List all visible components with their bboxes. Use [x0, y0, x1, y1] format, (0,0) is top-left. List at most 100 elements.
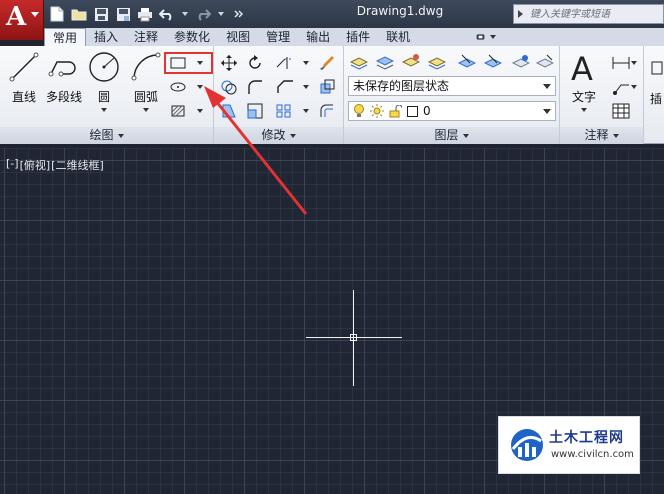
offset-icon — [320, 104, 333, 117]
title-bar: Drawing1.dwg — [0, 0, 664, 28]
annotation-panel: A 文字 注释 — [560, 46, 644, 144]
polyline-icon — [48, 61, 76, 77]
text-button[interactable]: A 文字 — [566, 50, 602, 120]
search-expand-icon[interactable] — [518, 10, 523, 18]
hatch-dropdown-icon[interactable] — [197, 109, 203, 113]
array-button[interactable] — [272, 100, 312, 122]
layer-state-button[interactable] — [374, 51, 396, 73]
rectangle-highlight-box — [164, 52, 213, 74]
print-icon[interactable] — [136, 5, 154, 23]
move-button[interactable] — [218, 52, 240, 74]
view-cube-control[interactable]: [俯视] — [20, 157, 51, 173]
draw-panel-title[interactable]: 绘图 — [0, 127, 213, 144]
offset-button[interactable] — [316, 100, 338, 122]
next-panel-partial: 插 — [644, 46, 664, 144]
line-icon — [9, 52, 39, 82]
modify-panel-expand-icon — [289, 133, 296, 138]
tab-output[interactable]: 输出 — [298, 28, 338, 46]
fillet-button[interactable] — [244, 76, 266, 98]
layer-freeze-icon — [512, 55, 530, 68]
crosshair-pickbox — [350, 334, 357, 341]
ribbon-minimize-button[interactable] — [476, 30, 498, 43]
layers-panel-title[interactable]: 图层 — [344, 127, 559, 144]
trim-button[interactable] — [272, 52, 312, 74]
save-as-icon[interactable] — [114, 5, 132, 23]
fillet-dropdown-button[interactable] — [272, 76, 312, 98]
viewport-menu-control[interactable]: [-] — [6, 157, 19, 173]
polyline-button[interactable]: 多段线 — [46, 50, 82, 120]
annotation-panel-title[interactable]: 注释 — [560, 127, 643, 144]
application-menu-button[interactable]: A — [0, 0, 44, 40]
circle-dropdown-icon[interactable] — [101, 108, 107, 112]
copy-button[interactable] — [218, 76, 240, 98]
tab-view[interactable]: 视图 — [218, 28, 258, 46]
ribbon-options-caret-icon[interactable] — [490, 34, 496, 39]
tab-online[interactable]: 联机 — [378, 28, 418, 46]
document-title: Drawing1.dwg — [356, 4, 444, 18]
svg-text:A: A — [571, 50, 593, 84]
layer-isolate-button[interactable] — [400, 51, 422, 73]
layer-freeze-button[interactable] — [510, 51, 532, 73]
layer-state-dropdown[interactable]: 未保存的图层状态 — [348, 76, 556, 96]
text-icon: A — [571, 50, 593, 84]
modify-panel-title[interactable]: 修改 — [214, 127, 343, 144]
linear-dimension-button[interactable] — [608, 52, 640, 74]
save-icon[interactable] — [92, 5, 110, 23]
viewport-controls: [-] [俯视] [二维线框] — [6, 157, 104, 173]
ellipse-dropdown-icon[interactable] — [197, 85, 203, 89]
hatch-icon — [171, 105, 185, 117]
undo-dropdown-icon[interactable] — [182, 12, 188, 16]
scale-button[interactable] — [244, 100, 266, 122]
leader-dropdown-icon[interactable] — [631, 85, 637, 89]
tab-insert[interactable]: 插入 — [86, 28, 126, 46]
undo-icon[interactable] — [158, 5, 176, 23]
text-dropdown-icon[interactable] — [581, 108, 587, 112]
layer-off-button[interactable] — [534, 51, 556, 73]
stretch-button[interactable] — [218, 100, 240, 122]
circle-button[interactable]: 圆 — [86, 50, 122, 120]
current-layer-dropdown[interactable]: 0 — [348, 101, 556, 121]
search-input[interactable] — [530, 6, 662, 22]
explode-button[interactable] — [316, 76, 338, 98]
chamfer-dropdown-icon[interactable] — [303, 85, 309, 89]
layer-match-button[interactable] — [456, 51, 478, 73]
tab-annotate[interactable]: 注释 — [126, 28, 166, 46]
tab-home[interactable]: 常用 — [44, 28, 87, 46]
search-box[interactable] — [513, 4, 664, 24]
rotate-button[interactable] — [244, 52, 266, 74]
tab-plugins[interactable]: 插件 — [338, 28, 378, 46]
redo-icon[interactable] — [194, 5, 212, 23]
layer-previous-button[interactable] — [482, 51, 504, 73]
trim-dropdown-icon[interactable] — [303, 61, 309, 65]
more-chevron-icon[interactable] — [230, 5, 248, 23]
layers-panel: 未保存的图层状态 0 图层 — [344, 46, 560, 144]
array-icon — [276, 104, 291, 118]
layer-unisolate-button[interactable] — [426, 51, 448, 73]
erase-button[interactable] — [316, 52, 338, 74]
leader-button[interactable] — [608, 76, 640, 98]
open-folder-icon[interactable] — [70, 5, 88, 23]
ellipse-button[interactable] — [166, 76, 206, 98]
dimension-dropdown-icon[interactable] — [631, 61, 637, 65]
redo-dropdown-icon[interactable] — [218, 12, 224, 16]
layers-panel-expand-icon — [462, 133, 469, 138]
drawing-canvas[interactable]: [-] [俯视] [二维线框] 土木工程网 www.civilcn.com — [0, 148, 664, 494]
array-dropdown-icon[interactable] — [303, 109, 309, 113]
layer-properties-button[interactable] — [348, 51, 370, 73]
current-layer-dropdown-icon[interactable] — [543, 109, 551, 114]
tab-manage[interactable]: 管理 — [258, 28, 298, 46]
tab-parametric[interactable]: 参数化 — [166, 28, 218, 46]
layer-off-icon — [536, 54, 554, 68]
hatch-button[interactable] — [166, 100, 206, 122]
new-file-icon[interactable] — [48, 5, 66, 23]
layer-state-dropdown-icon[interactable] — [543, 84, 551, 89]
layer-unisolate-icon — [428, 57, 446, 70]
ribbon: 直线 多段线 圆 圆弧 绘图 修改 未保存的图层状态 0 图层 A 文字 注释 … — [0, 46, 664, 144]
stretch-icon — [222, 104, 236, 118]
arc-button[interactable]: 圆弧 — [128, 50, 164, 120]
arc-dropdown-icon[interactable] — [143, 108, 149, 112]
line-button[interactable]: 直线 — [6, 50, 42, 120]
table-button[interactable] — [610, 100, 632, 122]
visual-style-control[interactable]: [二维线框] — [51, 157, 104, 173]
modify-panel: 修改 — [214, 46, 344, 144]
